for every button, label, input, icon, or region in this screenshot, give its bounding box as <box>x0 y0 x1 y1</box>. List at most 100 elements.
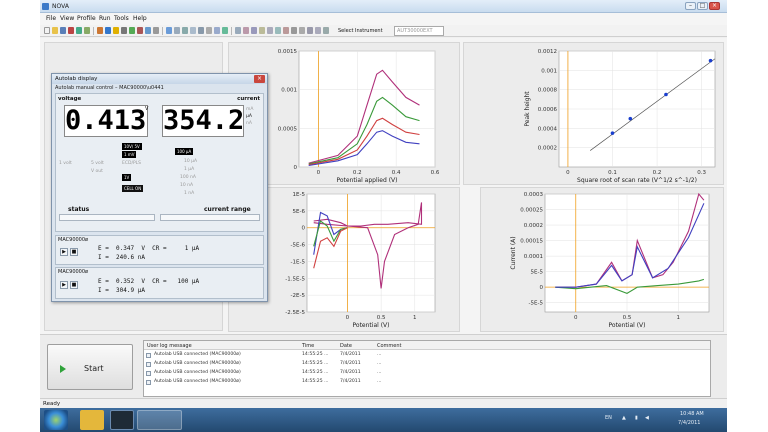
log-row[interactable]: Autolab USB connected (MAC90000ø) 14:55:… <box>144 351 710 360</box>
stop-icon[interactable] <box>137 27 143 34</box>
chart-dpv: 0 0.5 1 0.0003 0.00025 0.0002 0.00015 0.0001 5E-… <box>510 192 710 329</box>
y-tick-label: 0.0012 <box>538 49 557 55</box>
data-point <box>610 131 615 135</box>
menu-tools[interactable]: Tools <box>114 15 129 22</box>
tool-icon[interactable] <box>283 27 289 34</box>
log-row-date: 7/4/2011 <box>340 379 361 384</box>
log-row[interactable]: Autolab USB connected (MAC90000ø) 14:55:… <box>144 378 710 387</box>
zoom-icon[interactable] <box>166 27 172 34</box>
instrument-select[interactable]: AUT30000EXT <box>394 26 444 36</box>
menu-run[interactable]: Run <box>99 15 111 22</box>
x-tick-label: 0.2 <box>353 170 362 176</box>
cut-icon[interactable] <box>68 27 74 34</box>
y-tick-label: -2E-5 <box>291 293 306 299</box>
start-button[interactable]: Start <box>47 344 133 390</box>
log-row-message: Autolab USB connected (MAC90000ø) <box>154 361 241 366</box>
y-tick-label: -1E-5 <box>291 259 306 265</box>
y-tick-label: 1E-5 <box>293 192 306 198</box>
print-icon[interactable] <box>121 27 127 34</box>
more-icon[interactable] <box>299 27 305 34</box>
minimize-button[interactable]: – <box>685 2 696 10</box>
voltage-range-button[interactable]: 10V/ 5V <box>122 143 142 150</box>
y-tick-label: 5E-5 <box>531 270 544 276</box>
instrument-2-start-button[interactable]: ▶ <box>60 281 68 289</box>
extra3-icon[interactable] <box>323 27 329 34</box>
chart-icon[interactable] <box>182 27 188 34</box>
extra-icon[interactable] <box>307 27 313 34</box>
menu-profile[interactable]: Profile <box>77 15 96 22</box>
log-row-icon <box>146 380 151 385</box>
axis-icon[interactable] <box>235 27 241 34</box>
x-tick-label: 0.4 <box>392 170 401 176</box>
maximize-button[interactable]: □ <box>697 2 708 10</box>
nova-taskbar-icon[interactable] <box>110 410 134 430</box>
status-bar-field <box>59 214 155 221</box>
y-tick-label: 0.00015 <box>520 239 543 245</box>
instrument-1-stop-button[interactable]: ■ <box>70 248 78 256</box>
y-tick-label: 0.0004 <box>538 126 558 132</box>
settings-icon[interactable] <box>206 27 212 34</box>
y-tick-label: 0.0005 <box>278 126 298 132</box>
network-icon[interactable]: ▮ <box>635 415 638 421</box>
y-tick-label: 0.001 <box>541 68 557 74</box>
refresh-icon[interactable] <box>267 27 273 34</box>
pan-icon[interactable] <box>174 27 180 34</box>
instrument-1-start-button[interactable]: ▶ <box>60 248 68 256</box>
layout-icon[interactable] <box>190 27 196 34</box>
data-point <box>708 58 713 63</box>
instrument-1-name: MAC90000ø <box>58 237 89 243</box>
language-indicator[interactable]: EN <box>605 415 612 421</box>
y-tick-label: 0.001 <box>281 88 297 94</box>
log-row-time: 14:55:25 ... <box>302 370 329 375</box>
filter-icon[interactable] <box>275 27 281 34</box>
redo-icon[interactable] <box>105 27 111 34</box>
list-icon[interactable] <box>153 27 159 34</box>
warning-icon[interactable] <box>113 27 119 34</box>
explorer-taskbar-icon[interactable] <box>80 410 104 430</box>
export-icon[interactable] <box>251 27 257 34</box>
y-tick-label: -1.5E-5 <box>285 276 305 282</box>
volume-icon[interactable]: ◀ <box>645 415 649 421</box>
taskbar: EN ▲ ▮ ◀ 10:48 AM 7/4/2011 <box>40 408 727 432</box>
menu-view[interactable]: View <box>60 15 74 22</box>
extra2-icon[interactable] <box>315 27 321 34</box>
grid-icon[interactable] <box>145 27 151 34</box>
copy-icon[interactable] <box>76 27 82 34</box>
open-folder-icon[interactable] <box>52 27 58 34</box>
dialog-close-button[interactable]: × <box>254 75 265 83</box>
run-icon[interactable] <box>129 27 135 34</box>
log-row-date: 7/4/2011 <box>340 352 361 357</box>
log-header: User log message Time Date Comment <box>144 341 710 350</box>
menu-file[interactable]: File <box>46 15 56 22</box>
paste-icon[interactable] <box>84 27 90 34</box>
window-icon[interactable] <box>214 27 220 34</box>
instrument-2-stop-button[interactable]: ■ <box>70 281 78 289</box>
log-row[interactable]: Autolab USB connected (MAC90000ø) 14:55:… <box>144 369 710 378</box>
new-file-icon[interactable] <box>44 27 50 34</box>
import-icon[interactable] <box>259 27 265 34</box>
tray-up-icon[interactable]: ▲ <box>622 415 626 421</box>
voltage-1v-button[interactable]: 1V <box>122 174 132 181</box>
menu-help[interactable]: Help <box>133 15 147 22</box>
range-1na: 1 nA <box>184 191 195 196</box>
range-10na: 10 nA <box>180 183 194 188</box>
toolbar-separator <box>93 27 94 35</box>
save-icon[interactable] <box>60 27 66 34</box>
play-icon <box>60 365 66 373</box>
app-icon <box>42 3 49 10</box>
options-icon[interactable] <box>291 27 297 34</box>
legend-icon[interactable] <box>243 27 249 34</box>
undo-icon[interactable] <box>97 27 103 34</box>
log-row[interactable]: Autolab USB connected (MAC90000ø) 14:55:… <box>144 360 710 369</box>
voltage-1mv-button[interactable]: 1 mV <box>122 151 137 158</box>
data-icon[interactable] <box>222 27 228 34</box>
close-button[interactable]: × <box>709 2 720 10</box>
log-row-time: 14:55:25 ... <box>302 361 329 366</box>
current-range-button[interactable]: 100 µA <box>175 148 194 155</box>
log-header-date: Date <box>340 343 352 349</box>
y-tick-label: 0.0008 <box>538 88 558 94</box>
table-icon[interactable] <box>198 27 204 34</box>
windows-start-icon[interactable] <box>44 410 68 430</box>
nova-taskbar-button[interactable] <box>137 410 182 430</box>
x-axis-label: Square root of scan rate (V^1/2 s^-1/2) <box>577 177 697 184</box>
